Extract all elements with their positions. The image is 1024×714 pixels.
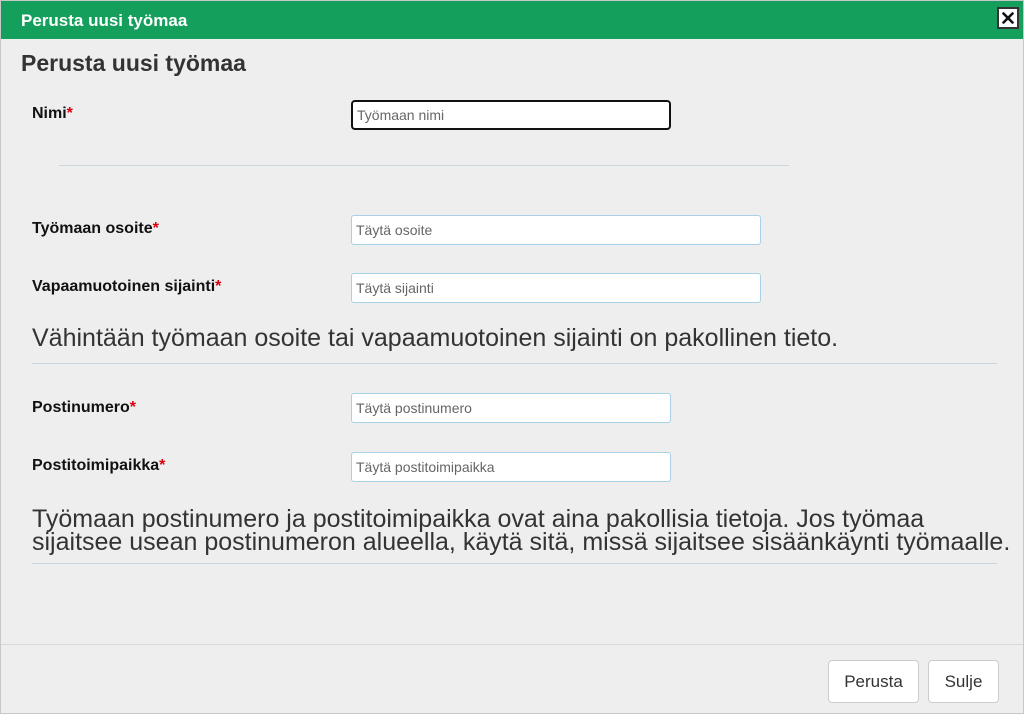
dialog-title: Perusta uusi työmaa bbox=[21, 11, 188, 30]
divider bbox=[59, 165, 789, 166]
postal-code-label-text: Postinumero bbox=[32, 399, 130, 416]
create-button[interactable]: Perusta bbox=[828, 660, 919, 703]
postal-code-input[interactable] bbox=[351, 393, 671, 423]
required-mark: * bbox=[152, 220, 159, 237]
city-label: Postitoimipaikka* bbox=[32, 457, 165, 475]
address-input[interactable] bbox=[351, 215, 761, 245]
required-mark: * bbox=[159, 457, 166, 474]
close-button[interactable] bbox=[997, 7, 1019, 29]
location-label-text: Vapaamuotoinen sijainti bbox=[32, 278, 216, 295]
name-input[interactable] bbox=[351, 100, 671, 130]
page-title: Perusta uusi työmaa bbox=[21, 50, 246, 76]
location-label: Vapaamuotoinen sijainti* bbox=[32, 278, 221, 296]
footer-divider bbox=[1, 644, 1023, 645]
divider bbox=[32, 563, 997, 564]
close-dialog-button[interactable]: Sulje bbox=[928, 660, 999, 703]
required-mark: * bbox=[66, 105, 73, 122]
create-worksite-dialog: Perusta uusi työmaa Perusta uusi työmaa … bbox=[0, 0, 1024, 714]
postal-code-label: Postinumero* bbox=[32, 399, 136, 417]
address-note: Vähintään työmaan osoite tai vapaamuotoi… bbox=[32, 324, 839, 352]
required-mark: * bbox=[215, 278, 222, 295]
postal-note-line-2: sijaitsee usean postinumeron alueella, k… bbox=[32, 528, 1011, 556]
city-input[interactable] bbox=[351, 452, 671, 482]
name-label: Nimi* bbox=[32, 105, 73, 123]
close-icon bbox=[1002, 12, 1014, 24]
name-label-text: Nimi bbox=[32, 105, 67, 122]
required-mark: * bbox=[129, 399, 137, 416]
address-label: Työmaan osoite* bbox=[32, 220, 159, 238]
address-label-text: Työmaan osoite bbox=[32, 220, 153, 237]
location-input[interactable] bbox=[351, 273, 761, 303]
divider bbox=[32, 363, 997, 364]
city-label-text: Postitoimipaikka bbox=[32, 457, 160, 474]
dialog-titlebar: Perusta uusi työmaa bbox=[1, 1, 1023, 39]
